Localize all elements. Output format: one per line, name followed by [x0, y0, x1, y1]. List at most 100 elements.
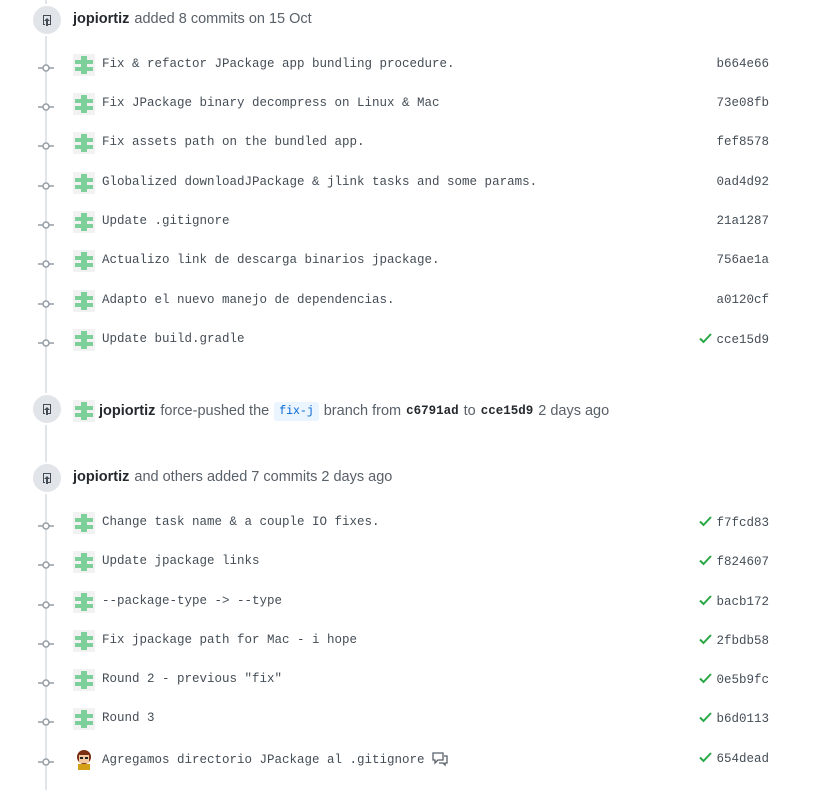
commit-message: Change task name & a couple IO fixes. — [102, 515, 380, 529]
avatar[interactable] — [73, 708, 95, 730]
commit-message-link[interactable]: Adapto el nuevo manejo de dependencias. — [102, 293, 395, 307]
commit-sha-link[interactable]: 0ad4d92 — [716, 175, 769, 189]
author-link[interactable]: jopiortiz — [73, 11, 129, 27]
commit-message: Adapto el nuevo manejo de dependencias. — [102, 293, 395, 307]
author-link[interactable]: jopiortiz — [99, 403, 155, 419]
to-text: to — [463, 403, 476, 419]
commit-sha: f7fcd83 — [699, 515, 769, 531]
avatar[interactable] — [73, 132, 95, 154]
commit-row: Update .gitignore 21a1287 — [0, 209, 813, 235]
commit-message: Update build.gradle — [102, 332, 245, 346]
commit-sha-link[interactable]: cce15d9 — [716, 333, 769, 347]
commit-sha: bacb172 — [699, 594, 769, 610]
commit-message-link[interactable]: Globalized downloadJPackage & jlink task… — [102, 175, 537, 189]
avatar[interactable] — [73, 591, 95, 613]
commit-sha-link[interactable]: 756ae1a — [716, 253, 769, 267]
commit-sha-link[interactable]: 73e08fb — [716, 96, 769, 110]
avatar[interactable] — [73, 400, 95, 422]
commit-message-link[interactable]: Fix JPackage binary decompress on Linux … — [102, 96, 440, 110]
from-sha-link[interactable]: c6791ad — [406, 404, 459, 418]
avatar[interactable] — [73, 329, 95, 351]
commit-message: Round 2 - previous "fix" — [102, 672, 282, 686]
commit-message-link[interactable]: Fix assets path on the bundled app. — [102, 135, 365, 149]
commit-sha: 73e08fb — [716, 96, 769, 110]
commit-sha-link[interactable]: 654dead — [716, 752, 769, 766]
commit-message-link[interactable]: Fix & refactor JPackage app bundling pro… — [102, 57, 455, 71]
commit-row: Update jpackage links f824607 — [0, 549, 813, 575]
commit-sha-link[interactable]: f7fcd83 — [716, 516, 769, 530]
git-commit-icon — [38, 296, 54, 308]
branch-tag[interactable]: fix-j — [274, 401, 319, 421]
avatar[interactable] — [73, 93, 95, 115]
commit-row: Agregamos directorio JPackage al .gitign… — [0, 746, 813, 772]
avatar[interactable] — [73, 54, 95, 76]
git-commit-icon — [38, 256, 54, 268]
author-link[interactable]: jopiortiz — [73, 469, 129, 485]
force-push-text: force-pushed the — [160, 403, 270, 419]
commit-message-link[interactable]: Round 2 - previous "fix" — [102, 672, 282, 686]
commit-sha-link[interactable]: b6d0113 — [716, 712, 769, 726]
check-icon[interactable] — [699, 633, 713, 649]
commit-sha-link[interactable]: f824607 — [716, 555, 769, 569]
git-commit-icon — [38, 178, 54, 190]
commit-sha: 21a1287 — [716, 214, 769, 228]
comment-icon[interactable] — [431, 751, 449, 771]
commit-sha: 0e5b9fc — [699, 672, 769, 688]
commit-sha-link[interactable]: 2fbdb58 — [716, 634, 769, 648]
to-sha-link[interactable]: cce15d9 — [481, 404, 534, 418]
branch-from-text: branch from — [323, 403, 402, 419]
avatar[interactable] — [73, 551, 95, 573]
git-commit-icon — [38, 754, 54, 766]
commit-message-link[interactable]: Agregamos directorio JPackage al .gitign… — [102, 753, 425, 767]
commit-sha-link[interactable]: fef8578 — [716, 135, 769, 149]
commit-sha-link[interactable]: a0120cf — [716, 293, 769, 307]
event-header: jopiortiz and others added 7 commits 2 d… — [73, 469, 392, 485]
git-commit-icon — [38, 557, 54, 569]
commit-message: Update .gitignore — [102, 214, 230, 228]
commit-message-link[interactable]: Update jpackage links — [102, 554, 260, 568]
check-icon[interactable] — [699, 515, 713, 531]
git-commit-icon — [38, 60, 54, 72]
commit-sha: f824607 — [699, 554, 769, 570]
avatar[interactable] — [73, 748, 95, 770]
git-commit-icon — [38, 675, 54, 687]
commit-message-link[interactable]: Actualizo link de descarga binarios jpac… — [102, 253, 440, 267]
commit-message-link[interactable]: Update .gitignore — [102, 214, 230, 228]
commit-sha-link[interactable]: 21a1287 — [716, 214, 769, 228]
commit-message-link[interactable]: --package-type -> --type — [102, 594, 282, 608]
commit-message-link[interactable]: Round 3 — [102, 711, 155, 725]
commit-message: Fix JPackage binary decompress on Linux … — [102, 96, 440, 110]
check-icon[interactable] — [699, 751, 713, 767]
commit-row: Adapto el nuevo manejo de dependencias. a… — [0, 288, 813, 314]
commit-message-link[interactable]: Fix jpackage path for Mac - i hope — [102, 633, 357, 647]
avatar[interactable] — [73, 512, 95, 534]
commit-message-link[interactable]: Update build.gradle — [102, 332, 245, 346]
check-icon[interactable] — [699, 711, 713, 727]
avatar[interactable] — [73, 211, 95, 233]
commit-sha: 756ae1a — [716, 253, 769, 267]
commit-message: Fix & refactor JPackage app bundling pro… — [102, 57, 455, 71]
commit-message: Fix jpackage path for Mac - i hope — [102, 633, 357, 647]
avatar[interactable] — [73, 250, 95, 272]
avatar[interactable] — [73, 630, 95, 652]
event-header: jopiortiz added 8 commits on 15 Oct — [73, 11, 312, 27]
commit-message-link[interactable]: Change task name & a couple IO fixes. — [102, 515, 380, 529]
commit-message: Round 3 — [102, 711, 155, 725]
check-icon[interactable] — [699, 672, 713, 688]
avatar[interactable] — [73, 172, 95, 194]
avatar[interactable] — [73, 290, 95, 312]
check-icon[interactable] — [699, 332, 713, 348]
commit-sha-link[interactable]: b664e66 — [716, 57, 769, 71]
check-icon[interactable] — [699, 554, 713, 570]
avatar[interactable] — [73, 669, 95, 691]
commit-sha: 654dead — [699, 751, 769, 767]
commit-sha-link[interactable]: 0e5b9fc — [716, 673, 769, 687]
commit-message: Agregamos directorio JPackage al .gitign… — [102, 751, 449, 771]
commit-sha-link[interactable]: bacb172 — [716, 595, 769, 609]
commit-row: Update build.gradle cce15d9 — [0, 327, 813, 353]
check-icon[interactable] — [699, 594, 713, 610]
commit-sha: cce15d9 — [699, 332, 769, 348]
git-commit-icon — [38, 714, 54, 726]
commit-row: Fix assets path on the bundled app. fef85… — [0, 130, 813, 156]
repo-push-icon — [31, 462, 63, 494]
